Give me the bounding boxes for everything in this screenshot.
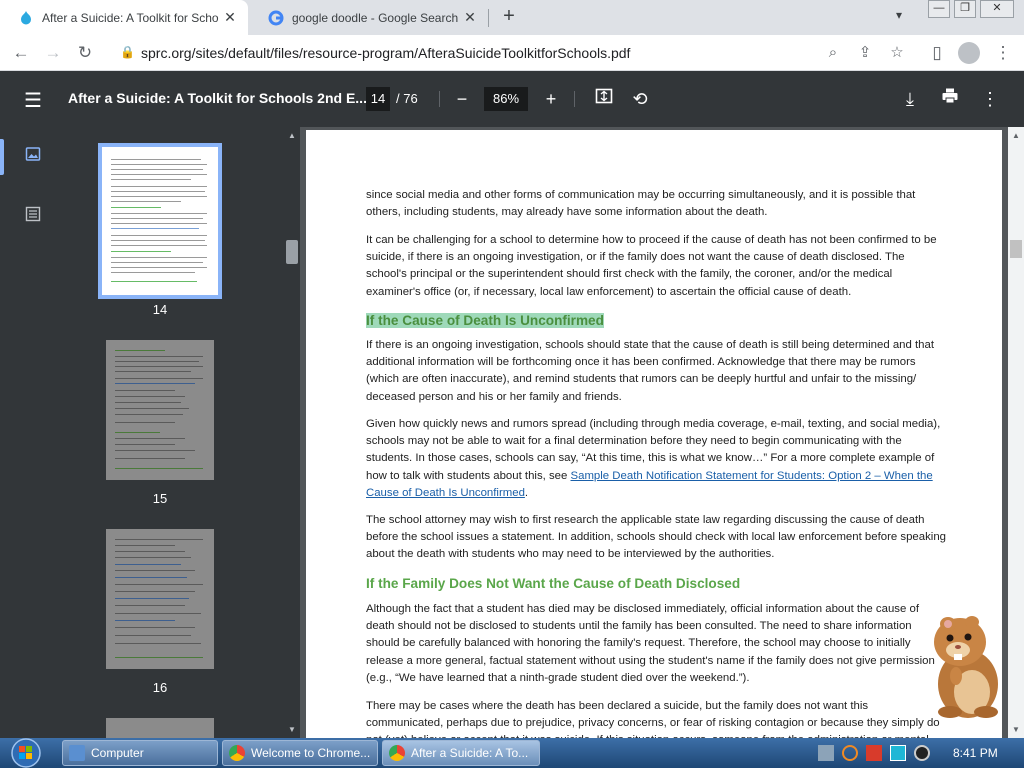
hamster-mascot-icon[interactable] [920, 612, 1010, 720]
section-heading: If the Family Does Not Want the Cause of… [366, 576, 741, 591]
taskbar-item-chrome-welcome[interactable]: Welcome to Chrome... [222, 740, 378, 766]
scroll-up-arrow-icon[interactable]: ▲ [1012, 131, 1020, 140]
toolbar-divider [574, 91, 575, 107]
side-panel-icon[interactable]: ▯ [926, 42, 948, 64]
hamburger-menu-icon[interactable]: ☰ [24, 88, 42, 113]
image-svg [25, 147, 41, 161]
tab-search-chevron-icon[interactable]: ▾ [896, 8, 902, 22]
zoom-in-icon[interactable]: + [539, 87, 563, 111]
google-icon [268, 10, 284, 25]
chrome-icon [389, 745, 405, 761]
paragraph-end: . [524, 486, 529, 499]
page-total: / 76 [396, 91, 418, 106]
scroll-down-arrow-icon[interactable]: ▼ [288, 725, 296, 734]
minimize-button[interactable]: — [928, 0, 950, 18]
paragraph: It can be challenging for a school to de… [366, 234, 937, 298]
browser-toolbar: ← → ↻ 🔒 sprc.org/sites/default/files/res… [0, 35, 1024, 71]
print-icon[interactable] [938, 87, 962, 111]
thumbnail-page-number: 15 [152, 491, 168, 506]
restore-button[interactable]: ❐ [954, 0, 976, 18]
drupal-icon [21, 10, 31, 24]
scroll-down-arrow-icon[interactable]: ▼ [1012, 725, 1020, 734]
scroll-up-arrow-icon[interactable]: ▲ [288, 131, 296, 140]
chrome-icon [229, 745, 245, 761]
forward-arrow-icon[interactable]: → [42, 42, 64, 64]
new-tab-button[interactable]: + [498, 6, 520, 28]
page-number-input[interactable]: 14 [366, 87, 390, 111]
tab-divider [488, 9, 489, 27]
paragraph: The school attorney may wish to first re… [366, 514, 946, 561]
page-thumbnail-17[interactable] [106, 718, 214, 738]
paragraph: There may be cases where the death has b… [366, 700, 940, 738]
more-options-icon[interactable]: ⋮ [978, 87, 1002, 111]
close-window-button[interactable]: ✕ [980, 0, 1014, 18]
pdf-title: After a Suicide: A Toolkit for Schools 2… [68, 90, 367, 106]
active-indicator [0, 139, 4, 175]
page-thumbnail-16[interactable] [106, 529, 214, 669]
pdf-toolbar: ☰ After a Suicide: A Toolkit for Schools… [0, 71, 1024, 127]
page-thumbnail-14[interactable] [98, 143, 222, 299]
url-text[interactable]: sprc.org/sites/default/files/resource-pr… [141, 45, 630, 61]
tab-title: google doodle - Google Search [292, 10, 459, 25]
network-icon[interactable] [818, 745, 834, 761]
tab-close-icon[interactable]: ✕ [460, 9, 480, 26]
thumbnail-page-number: 16 [152, 680, 168, 695]
tab-title: After a Suicide: A Toolkit for Scho [42, 10, 219, 25]
paragraph: since social media and other forms of co… [366, 189, 916, 219]
section-heading-highlighted: If the Cause of Death Is Unconfirmed [366, 313, 604, 328]
main-scrollbar[interactable] [1008, 127, 1024, 738]
tab-google[interactable]: google doodle - Google Search ✕ [250, 0, 488, 35]
chrome-menu-icon[interactable]: ⋮ [992, 42, 1014, 64]
lock-icon: 🔒 [120, 45, 135, 59]
flag-icon[interactable] [866, 745, 882, 761]
share-icon[interactable]: ⇪ [854, 42, 876, 64]
tab-close-icon[interactable]: ✕ [220, 9, 240, 26]
reload-icon[interactable]: ↻ [74, 42, 96, 64]
taskbar-item-computer[interactable]: Computer [62, 740, 218, 766]
main-scrollbar-thumb[interactable] [1010, 240, 1022, 258]
sidebar-tabs [0, 127, 66, 738]
display-icon[interactable] [890, 745, 906, 761]
browser-window: After a Suicide: A Toolkit for Scho ✕ go… [0, 0, 1024, 738]
recorder-icon[interactable] [914, 745, 930, 761]
paragraph-with-link: Given how quickly news and rumors spread… [366, 416, 948, 502]
taskbar-label: Computer [91, 746, 144, 760]
back-arrow-icon[interactable]: ← [10, 42, 32, 64]
taskbar-label: Welcome to Chrome... [251, 746, 371, 760]
address-bar[interactable]: 🔒 sprc.org/sites/default/files/resource-… [108, 40, 920, 66]
zoom-level-input[interactable]: 86% [484, 87, 528, 111]
profile-avatar-icon[interactable] [958, 42, 980, 64]
tab-strip: After a Suicide: A Toolkit for Scho ✕ go… [0, 0, 1024, 35]
tab-pdf[interactable]: After a Suicide: A Toolkit for Scho ✕ [0, 0, 248, 35]
thumbnail-page-number: 14 [152, 302, 168, 317]
rotate-icon[interactable]: ⟲ [628, 87, 652, 111]
toolbar-divider [439, 91, 440, 107]
taskbar-item-chrome-pdf[interactable]: After a Suicide: A To... [382, 740, 540, 766]
windows-taskbar: Computer Welcome to Chrome... After a Su… [0, 738, 1024, 768]
printer-svg [942, 88, 958, 104]
pdf-page: since social media and other forms of co… [306, 130, 1002, 738]
pdf-viewer: since social media and other forms of co… [300, 127, 1008, 738]
system-tray: 8:41 PM [814, 738, 1024, 768]
thumbnails-image-icon[interactable] [22, 146, 44, 168]
zoom-magnifier-icon[interactable]: ⌕ [822, 42, 844, 64]
sidebar-scrollbar[interactable] [284, 127, 300, 738]
fit-page-svg [595, 88, 613, 104]
download-icon[interactable]: ⤓ [898, 87, 922, 111]
sidebar-scrollbar-thumb[interactable] [286, 240, 298, 264]
fit-page-icon[interactable] [592, 87, 616, 111]
list-svg [25, 206, 41, 222]
page-thumbnail-15[interactable] [106, 340, 214, 480]
search-tool-icon[interactable] [842, 745, 858, 761]
thumbnail-sidebar: 14 15 16 [0, 127, 284, 738]
outline-list-icon[interactable] [22, 206, 44, 228]
clock[interactable]: 8:41 PM [953, 746, 998, 760]
paragraph: Although the fact that a student has die… [366, 603, 935, 684]
computer-icon [69, 745, 85, 761]
paragraph: If there is an ongoing investigation, sc… [366, 339, 934, 403]
zoom-out-icon[interactable]: − [450, 87, 474, 111]
bookmark-star-icon[interactable]: ☆ [886, 42, 908, 64]
start-orb-icon[interactable] [4, 738, 46, 768]
taskbar-label: After a Suicide: A To... [411, 746, 529, 760]
